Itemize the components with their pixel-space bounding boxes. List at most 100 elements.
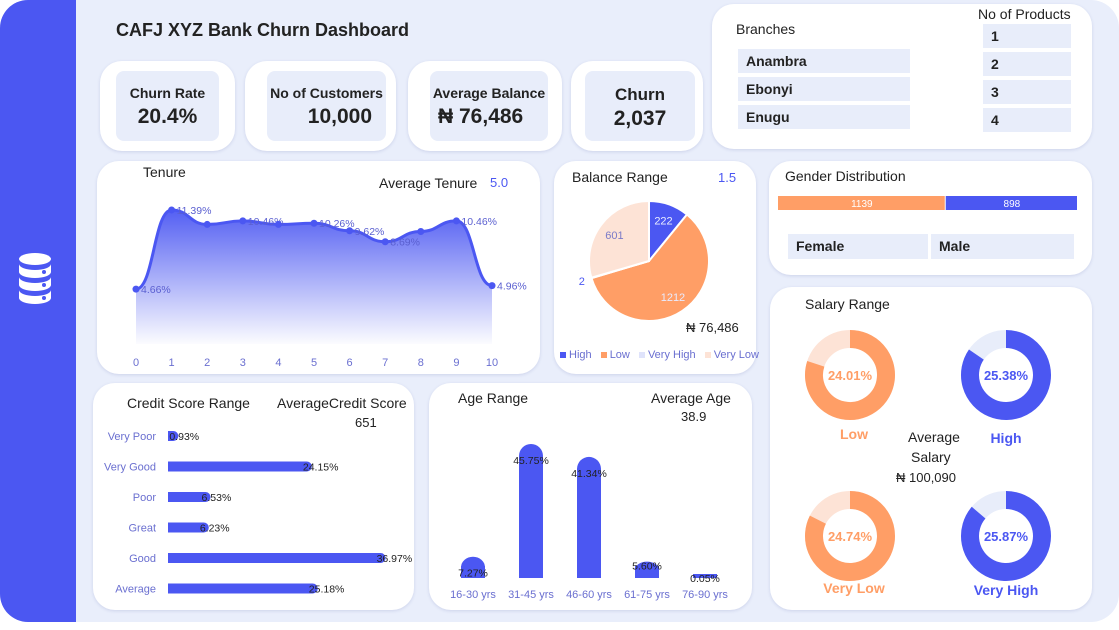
- salary-ring-label: High: [990, 430, 1021, 446]
- tenure-chart: 4.66%011.39%1 210.46%3 410.26%59.62%68.69%…: [132, 205, 527, 369]
- branches-card: Branches No of Products Anambra Ebonyi E…: [712, 4, 1092, 149]
- tenure-x-tick: 5: [311, 357, 317, 369]
- tenure-x-tick: 10: [486, 357, 498, 369]
- credit-bar-chart: Very Poor 0.93% Very Good 24.15% Poor 6.53% Gr…: [104, 431, 413, 596]
- kpi-label: Churn Rate: [129, 85, 206, 101]
- branch-ebonyi-button[interactable]: Ebonyi: [738, 77, 910, 101]
- balance-avg-value: ₦ 76,486: [686, 320, 739, 335]
- tenure-data-label: 4.66%: [141, 284, 171, 296]
- kpi-label: Average Balance: [432, 85, 546, 101]
- pie-data-label: 2: [579, 276, 585, 288]
- age-data-label: 0.05%: [690, 573, 720, 585]
- tenure-x-tick: 8: [418, 357, 424, 369]
- credit-category-label: Very Poor: [108, 431, 157, 443]
- kpi-customers-card: No of Customers 10,000: [245, 61, 396, 151]
- gender-bar-label: 898: [1004, 199, 1021, 210]
- age-card: Age Range Average Age 38.9 7.27% 16-30 yr…: [429, 383, 752, 610]
- age-bar-base: [519, 566, 543, 578]
- kpi-churn-card: Churn 2,037: [571, 61, 703, 151]
- age-category-label: 61-75 yrs: [624, 589, 670, 601]
- age-data-label: 45.75%: [513, 455, 549, 467]
- tenure-point: [452, 217, 460, 225]
- tenure-card: Tenure Average Tenure 5.0 4.66% 0 11.39% 1 2…: [97, 161, 540, 374]
- age-category-label: 16-30 yrs: [450, 589, 496, 601]
- tenure-point: [310, 219, 318, 227]
- kpi-value: 20.4%: [137, 105, 198, 128]
- balance-legend: High Low Very High Very Low: [560, 349, 765, 361]
- branch-anambra-button[interactable]: Anambra: [738, 49, 910, 73]
- legend-item: Very Low: [704, 349, 759, 361]
- gender-title: Gender Distribution: [785, 168, 906, 184]
- salary-avg-value: ₦ 100,090: [896, 470, 956, 485]
- salary-ring-value: 25.87%: [984, 529, 1029, 544]
- kpi-label: Churn: [614, 85, 666, 104]
- credit-category-label: Great: [128, 523, 156, 535]
- age-data-label: 5.60%: [632, 561, 662, 573]
- tenure-data-label: 10.46%: [461, 216, 497, 228]
- product-2-button[interactable]: 2: [983, 52, 1071, 76]
- credit-bar: [168, 492, 206, 502]
- pie-data-label: 1212: [661, 292, 685, 304]
- salary-ring-value: 24.01%: [828, 368, 873, 383]
- credit-data-label: 6.23%: [200, 523, 230, 535]
- age-category-label: 46-60 yrs: [566, 589, 612, 601]
- gender-bar-label: 1139: [851, 199, 873, 210]
- pie-data-label: 601: [605, 230, 623, 242]
- credit-bar: [168, 583, 313, 594]
- credit-category-label: Poor: [133, 492, 157, 504]
- tenure-x-tick: 7: [382, 357, 388, 369]
- tenure-point: [239, 217, 247, 225]
- tenure-data-label: 9.62%: [355, 226, 385, 238]
- salary-avg-label-2: Salary: [911, 449, 951, 465]
- gender-male-button[interactable]: Male: [931, 234, 1074, 259]
- salary-ring-value: 25.38%: [984, 368, 1029, 383]
- age-bar-base: [577, 566, 601, 578]
- tenure-point: [381, 238, 389, 246]
- gender-card: Gender Distribution 1139 898 Female Male: [769, 161, 1092, 275]
- kpi-label: No of Customers: [270, 85, 383, 101]
- age-data-label: 7.27%: [458, 568, 488, 580]
- gender-female-button[interactable]: Female: [788, 234, 928, 259]
- credit-data-label: 25.18%: [309, 584, 345, 596]
- branch-enugu-button[interactable]: Enugu: [738, 105, 910, 129]
- branches-title: Branches: [736, 21, 796, 37]
- age-category-label: 31-45 yrs: [508, 589, 554, 601]
- tenure-data-label: 4.96%: [497, 281, 527, 293]
- age-bar-chart: 7.27% 16-30 yrs 45.75% 31-45 yrs 41.34% 46-60…: [450, 444, 728, 601]
- balance-range-card: Balance Range 1.5 222 1212 2 601 ₦ 76,486 H…: [554, 161, 759, 374]
- tenure-point: [417, 227, 425, 235]
- credit-category-label: Average: [115, 584, 156, 596]
- credit-data-label: 36.97%: [377, 553, 413, 565]
- tenure-area: [136, 209, 492, 344]
- balance-pie-chart: 222 1212 2 601: [579, 199, 710, 322]
- kpi-value: 10,000: [307, 105, 372, 128]
- kpi-value: ₦ 76,486: [438, 105, 524, 128]
- tenure-x-tick: 4: [275, 357, 281, 369]
- database-icon[interactable]: [17, 252, 53, 309]
- product-1-button[interactable]: 1: [983, 24, 1071, 48]
- credit-bar: [168, 553, 381, 563]
- product-4-button[interactable]: 4: [983, 108, 1071, 132]
- credit-bar: [168, 522, 204, 533]
- legend-item: High: [560, 349, 592, 361]
- credit-data-label: 0.93%: [169, 431, 199, 443]
- credit-category-label: Very Good: [104, 462, 156, 474]
- tenure-point: [203, 220, 211, 228]
- credit-bar: [168, 461, 307, 472]
- kpi-churn-rate-card: Churn Rate 20.4%: [100, 61, 235, 151]
- pie-data-label: 222: [654, 215, 672, 227]
- gender-bar-chart: 1139 898: [778, 196, 1077, 210]
- tenure-x-tick: 9: [453, 357, 459, 369]
- tenure-data-label: 11.39%: [177, 205, 212, 217]
- salary-ring-label: Very High: [974, 582, 1039, 598]
- credit-score-card: Credit Score Range AverageCredit Score 6…: [93, 383, 414, 610]
- tenure-point: [168, 206, 176, 214]
- product-3-button[interactable]: 3: [983, 80, 1071, 104]
- tenure-point: [274, 220, 282, 228]
- salary-card: Salary Range 24.01% Low 25.38% High 24.74% Ve…: [770, 287, 1092, 610]
- tenure-data-label: 8.69%: [390, 237, 420, 249]
- salary-ring-value: 24.74%: [828, 529, 873, 544]
- tenure-x-tick: 6: [347, 357, 353, 369]
- tenure-point: [132, 285, 140, 293]
- sidebar: [0, 0, 76, 622]
